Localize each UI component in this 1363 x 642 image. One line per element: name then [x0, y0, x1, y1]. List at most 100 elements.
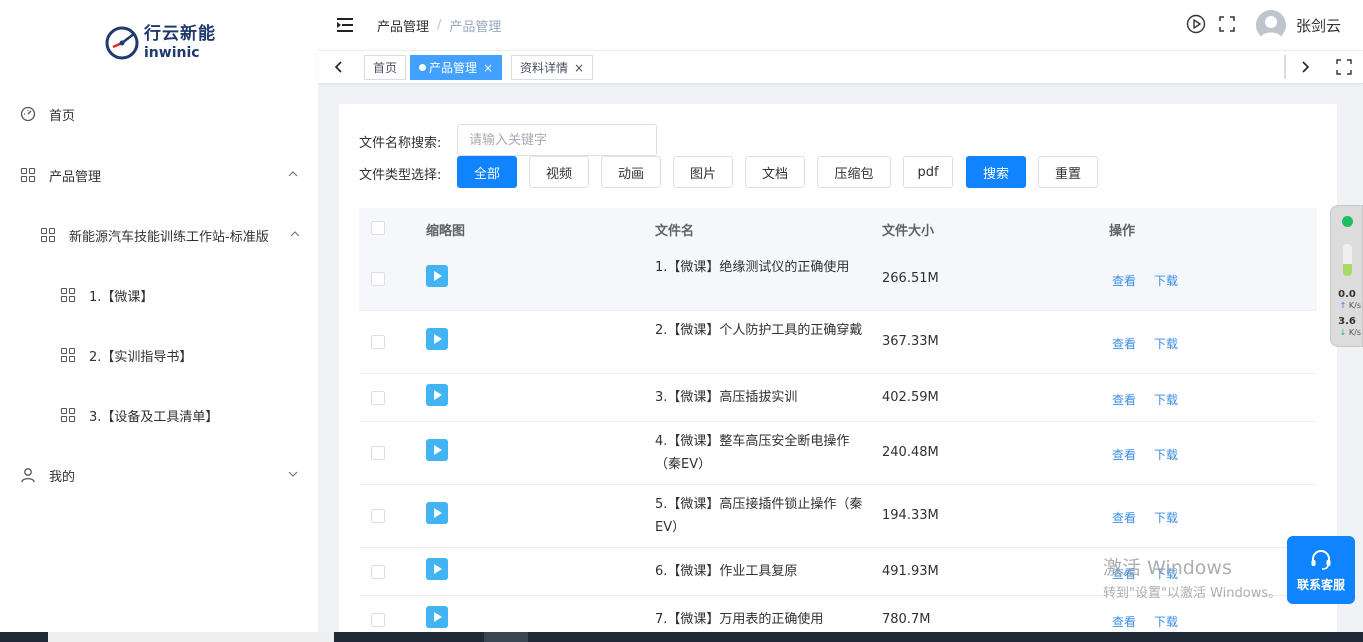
close-icon[interactable]: × — [574, 61, 584, 75]
column-header-thumbnail: 缩略图 — [426, 224, 466, 239]
video-file-icon — [426, 606, 448, 628]
fullscreen-icon[interactable] — [1336, 59, 1352, 75]
hamburger-menu-icon[interactable] — [337, 18, 353, 32]
chevron-down-icon — [288, 471, 298, 477]
view-link[interactable]: 查看 — [1112, 335, 1136, 352]
play-circle-icon[interactable] — [1186, 14, 1206, 34]
row-checkbox[interactable] — [371, 613, 385, 627]
chevron-right-icon[interactable] — [1297, 59, 1313, 75]
avatar[interactable] — [1256, 10, 1286, 40]
network-speed-widget[interactable]: 0.0 ↑ K/s 3.6 ↓ K/s — [1330, 205, 1363, 347]
upload-arrow-icon: ↑ — [1339, 301, 1347, 310]
table-row[interactable]: 1.【微课】绝缘测试仪的正确使用 266.51M 查看 下载 — [359, 248, 1317, 311]
row-checkbox[interactable] — [371, 272, 385, 286]
file-name: 7.【微课】万用表的正确使用 — [655, 612, 824, 627]
row-checkbox[interactable] — [371, 509, 385, 523]
view-link[interactable]: 查看 — [1112, 391, 1136, 408]
keyword-search-input[interactable] — [457, 124, 657, 156]
table-row[interactable]: 5.【微课】高压接插件锁止操作（秦EV） 194.33M 查看 下载 — [359, 485, 1317, 548]
file-name: 4.【微课】整车高压安全断电操作（秦EV） — [655, 434, 850, 472]
download-link[interactable]: 下载 — [1154, 565, 1178, 582]
download-link[interactable]: 下载 — [1154, 446, 1178, 463]
download-link[interactable]: 下载 — [1154, 335, 1178, 352]
sidebar-item-equipment-list[interactable]: 3.【设备及工具清单】 — [0, 395, 318, 435]
username[interactable]: 张剑云 — [1296, 15, 1341, 36]
taskbar-search-area[interactable] — [48, 632, 334, 642]
logo-text-cn: 行云新能 — [144, 24, 216, 44]
chevron-left-icon[interactable] — [331, 59, 347, 75]
type-pdf-button[interactable]: pdf — [903, 156, 953, 188]
tag-product-management[interactable]: 产品管理 × — [410, 55, 503, 80]
file-name: 1.【微课】绝缘测试仪的正确使用 — [655, 260, 850, 275]
view-link[interactable]: 查看 — [1112, 613, 1136, 630]
download-link[interactable]: 下载 — [1154, 613, 1178, 630]
table-row[interactable]: 6.【微课】作业工具复原 491.93M 查看 下载 — [359, 548, 1317, 596]
logo-icon — [105, 26, 139, 60]
type-image-button[interactable]: 图片 — [673, 156, 733, 188]
file-name: 3.【微课】高压插拔实训 — [655, 390, 798, 405]
file-size: 780.7M — [882, 612, 931, 627]
breadcrumb-item[interactable]: 产品管理 — [377, 16, 429, 35]
dashboard-icon — [20, 106, 36, 122]
taskbar-app-button[interactable] — [484, 632, 528, 642]
sidebar-item-microcourse[interactable]: 1.【微课】 — [0, 275, 318, 315]
table-row[interactable]: 3.【微课】高压插拔实训 402.59M 查看 下载 — [359, 374, 1317, 422]
file-name: 6.【微课】作业工具复原 — [655, 564, 798, 579]
row-checkbox[interactable] — [371, 446, 385, 460]
tag-home[interactable]: 首页 — [364, 55, 407, 80]
video-file-icon — [426, 265, 448, 287]
contact-support-button[interactable]: 联系客服 — [1287, 536, 1355, 604]
type-animation-button[interactable]: 动画 — [601, 156, 661, 188]
sidebar-item-product-management[interactable]: 产品管理 — [0, 155, 318, 195]
sidebar-item-label: 2.【实训指导书】 — [89, 349, 193, 365]
file-name: 5.【微课】高压接插件锁止操作（秦EV） — [655, 497, 863, 535]
table-header: 缩略图 文件名 文件大小 操作 — [359, 208, 1317, 248]
logo-text-en: inwinic — [144, 45, 200, 61]
top-header: 产品管理 / 产品管理 张剑云 — [318, 0, 1363, 50]
view-link[interactable]: 查看 — [1112, 509, 1136, 526]
close-icon[interactable]: × — [483, 61, 493, 75]
video-file-icon — [426, 502, 448, 524]
file-size: 240.48M — [882, 445, 939, 460]
file-size: 367.33M — [882, 334, 939, 349]
grid-icon — [60, 407, 76, 423]
file-size: 402.59M — [882, 390, 939, 405]
download-link[interactable]: 下载 — [1154, 272, 1178, 289]
sidebar: 行云新能 inwinic 首页 产品管理 新能源汽车技能训练工作站-标准版 1.… — [0, 0, 318, 642]
headset-icon — [1311, 549, 1331, 570]
fullscreen-icon[interactable] — [1218, 15, 1236, 33]
sidebar-item-home[interactable]: 首页 — [0, 94, 318, 134]
logo[interactable]: 行云新能 inwinic — [104, 22, 216, 64]
table-row[interactable]: 4.【微课】整车高压安全断电操作（秦EV） 240.48M 查看 下载 — [359, 422, 1317, 485]
type-all-button[interactable]: 全部 — [457, 156, 517, 188]
sidebar-item-training-guide[interactable]: 2.【实训指导书】 — [0, 335, 318, 375]
row-checkbox[interactable] — [371, 391, 385, 405]
type-document-button[interactable]: 文档 — [745, 156, 805, 188]
view-link[interactable]: 查看 — [1112, 446, 1136, 463]
tags-view-bar: 首页 产品管理 × 资料详情 × — [318, 50, 1363, 84]
grid-icon — [60, 287, 76, 303]
usage-bar — [1343, 244, 1352, 276]
sidebar-item-workstation[interactable]: 新能源汽车技能训练工作站-标准版 — [0, 215, 318, 255]
tag-file-details[interactable]: 资料详情 × — [511, 55, 594, 80]
download-unit: ↓ K/s — [1333, 328, 1363, 337]
sidebar-item-label: 1.【微课】 — [89, 289, 154, 305]
table-row[interactable]: 2.【微课】个人防护工具的正确穿戴 367.33M 查看 下载 — [359, 311, 1317, 374]
type-archive-button[interactable]: 压缩包 — [817, 156, 891, 188]
reset-button[interactable]: 重置 — [1038, 156, 1098, 188]
divider — [1284, 55, 1286, 79]
download-link[interactable]: 下载 — [1154, 509, 1178, 526]
view-link[interactable]: 查看 — [1112, 272, 1136, 289]
download-arrow-icon: ↓ — [1339, 328, 1347, 337]
sidebar-item-label: 产品管理 — [49, 169, 102, 185]
file-name: 2.【微课】个人防护工具的正确穿戴 — [655, 323, 863, 338]
download-link[interactable]: 下载 — [1154, 391, 1178, 408]
select-all-checkbox[interactable] — [371, 221, 385, 235]
sidebar-item-mine[interactable]: 我的 — [0, 455, 318, 495]
search-button[interactable]: 搜索 — [966, 156, 1026, 188]
row-checkbox[interactable] — [371, 565, 385, 579]
view-link[interactable]: 查看 — [1112, 565, 1136, 582]
type-video-button[interactable]: 视频 — [529, 156, 589, 188]
sidebar-item-label: 3.【设备及工具清单】 — [89, 409, 219, 425]
row-checkbox[interactable] — [371, 335, 385, 349]
